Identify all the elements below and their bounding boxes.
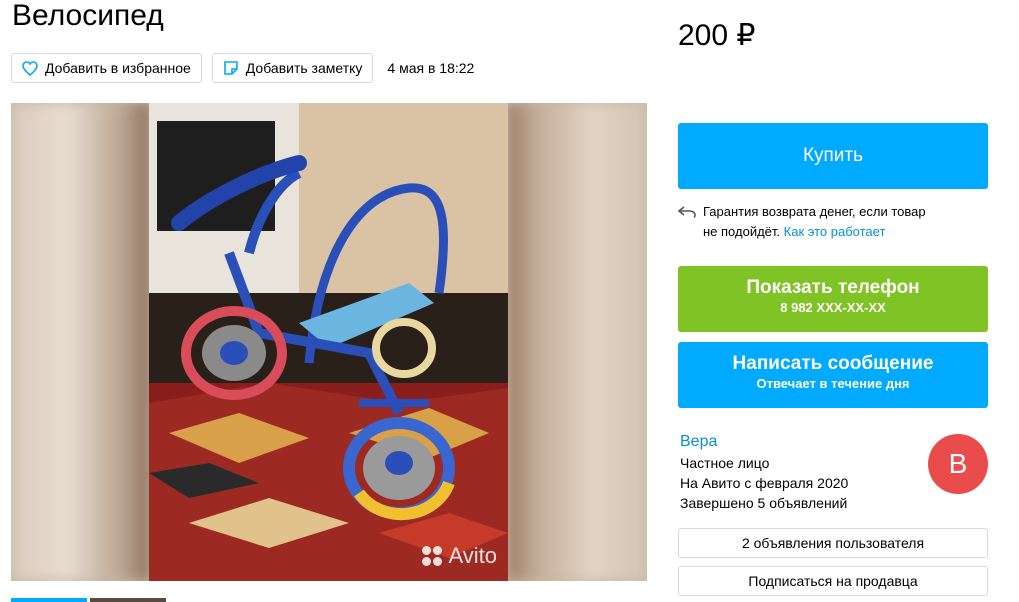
- seller-type: Частное лицо: [680, 455, 770, 471]
- photo-thumbnails: [11, 598, 169, 602]
- heart-icon: [22, 60, 38, 76]
- how-it-works-link[interactable]: Как это работает: [784, 224, 886, 239]
- add-to-favorites-label: Добавить в избранное: [45, 60, 191, 76]
- add-note-button[interactable]: Добавить заметку: [211, 53, 374, 83]
- write-message-label: Написать сообщение: [732, 353, 934, 374]
- guarantee-info: Гарантия возврата денег, если товар не п…: [678, 202, 926, 242]
- photo-blur-right: [507, 103, 647, 581]
- show-phone-label: Показать телефон: [746, 277, 920, 298]
- add-note-label: Добавить заметку: [245, 60, 363, 76]
- seller-avatar[interactable]: В: [928, 434, 988, 494]
- thumbnail-2[interactable]: [90, 598, 166, 602]
- add-to-favorites-button[interactable]: Добавить в избранное: [11, 53, 202, 83]
- avito-watermark-text: Avito: [448, 543, 497, 568]
- subscribe-seller-button[interactable]: Подписаться на продавца: [678, 566, 988, 596]
- write-message-button[interactable]: Написать сообщение Отвечает в течение дн…: [678, 342, 988, 408]
- seller-info: Вера Частное лицо На Авито с февраля 202…: [680, 432, 848, 513]
- avito-watermark: Avito: [422, 543, 497, 569]
- listing-price: 200 ₽: [678, 19, 756, 52]
- phone-number: 8 982 XXX-XX-XX: [780, 300, 886, 315]
- listing-date: 4 мая в 18:22: [387, 60, 475, 76]
- thumbnail-1[interactable]: [11, 598, 87, 602]
- photo-gallery[interactable]: Avito: [11, 103, 647, 581]
- seller-ads-button[interactable]: 2 объявления пользователя: [678, 528, 988, 558]
- seller-since: На Авито с февраля 2020: [680, 475, 849, 491]
- show-phone-button[interactable]: Показать телефон 8 982 XXX-XX-XX: [678, 266, 988, 332]
- listing-actions: Добавить в избранное Добавить заметку 4 …: [11, 53, 474, 83]
- listing-title: Велосипед: [12, 0, 164, 32]
- photo-blur-left: [11, 103, 151, 581]
- return-arrow-icon: [678, 206, 696, 218]
- listing-photo[interactable]: [149, 103, 508, 581]
- guarantee-text: Гарантия возврата денег, если товар: [703, 204, 926, 219]
- buy-button[interactable]: Купить: [678, 123, 988, 189]
- seller-completed: Завершено 5 объявлений: [680, 495, 848, 511]
- avito-logo-icon: [422, 546, 443, 566]
- response-time: Отвечает в течение дня: [756, 376, 910, 391]
- seller-name-link[interactable]: Вера: [680, 432, 848, 452]
- note-icon: [223, 61, 238, 75]
- guarantee-text-2: не подойдёт.: [703, 224, 781, 239]
